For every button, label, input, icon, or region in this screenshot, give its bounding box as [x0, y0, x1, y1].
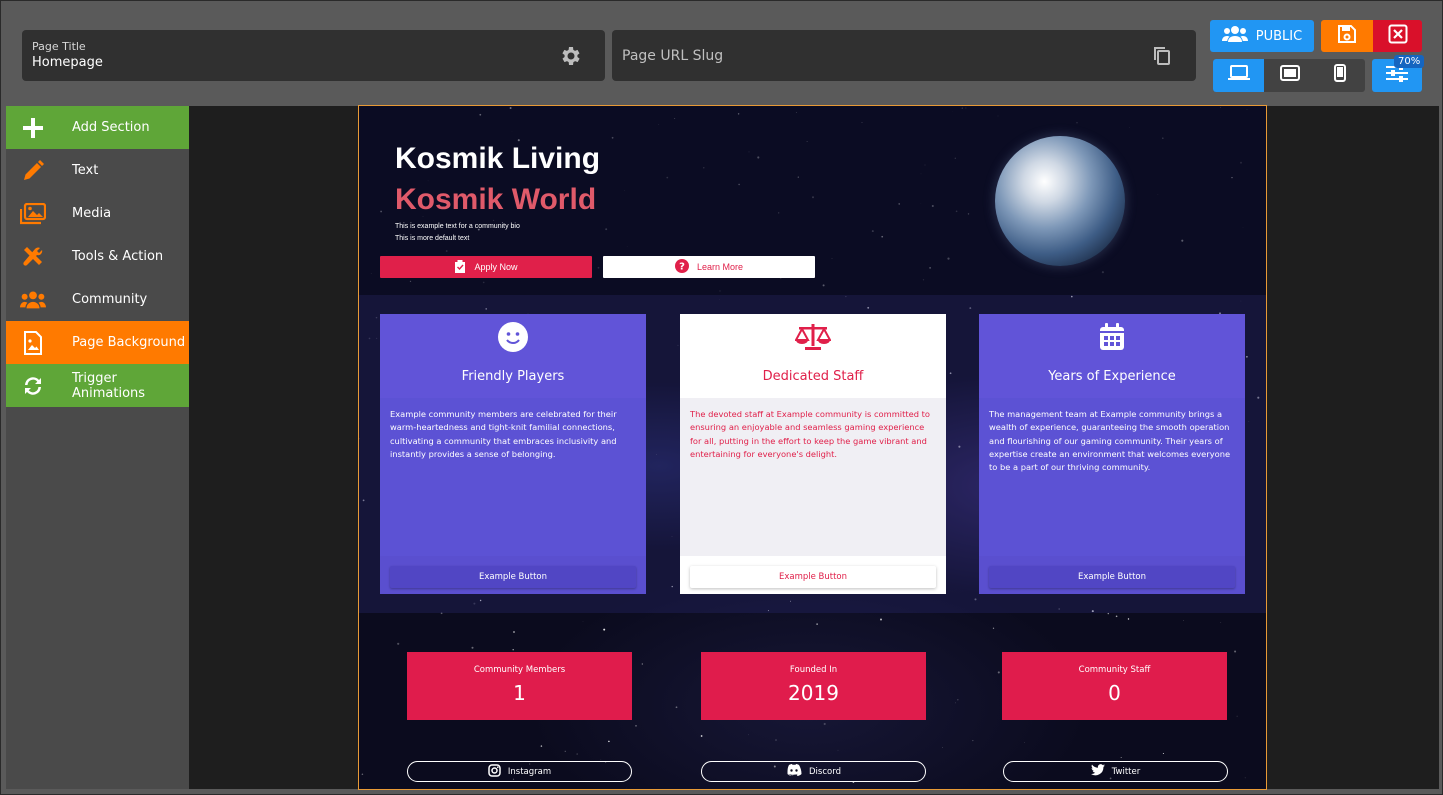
- page-title-field[interactable]: Page Title Homepage: [22, 30, 605, 81]
- apply-now-label: Apply Now: [474, 262, 518, 272]
- page-url-slug-field[interactable]: Page URL Slug: [612, 30, 1196, 81]
- users-icon: [20, 287, 46, 313]
- example-button[interactable]: Example Button: [989, 566, 1235, 588]
- earth-image: [995, 136, 1125, 266]
- phone-icon: [1333, 64, 1346, 87]
- twitter-link[interactable]: Twitter: [1003, 761, 1228, 782]
- sidebar-item-community[interactable]: Community: [6, 278, 189, 321]
- mobile-view-button[interactable]: [1314, 59, 1365, 92]
- card-title: Friendly Players: [461, 369, 565, 384]
- smile-icon: [498, 322, 528, 352]
- instagram-link[interactable]: Instagram: [407, 761, 632, 782]
- zoom-level-badge: 70%: [1394, 55, 1425, 68]
- feature-card-dedicated-staff[interactable]: Dedicated Staff The devoted staff at Exa…: [680, 314, 946, 594]
- hero-bio-line: This is example text for a community bio: [395, 223, 520, 230]
- card-title: Years of Experience: [1048, 369, 1176, 384]
- stat-value: 0: [1108, 681, 1121, 705]
- sidebar-item-label: Add Section: [72, 120, 150, 135]
- stat-label: Community Staff: [1078, 665, 1151, 675]
- svg-text:?: ?: [679, 262, 685, 273]
- device-preview-group: [1213, 59, 1365, 92]
- sidebar-item-label: Page Background: [72, 335, 186, 350]
- refresh-icon: [20, 373, 46, 399]
- example-button[interactable]: Example Button: [690, 566, 936, 588]
- sidebar-item-text[interactable]: Text: [6, 149, 189, 192]
- tablet-view-button[interactable]: [1264, 59, 1315, 92]
- question-circle-icon: ?: [674, 259, 689, 275]
- close-button[interactable]: [1373, 20, 1422, 52]
- stat-community-members: Community Members 1: [407, 652, 632, 720]
- close-icon: [1388, 24, 1408, 49]
- apply-now-button[interactable]: Apply Now: [380, 256, 592, 278]
- sidebar-item-add-section[interactable]: Add Section: [6, 106, 189, 149]
- sidebar-item-label: Tools & Action: [72, 249, 164, 264]
- save-button[interactable]: [1321, 20, 1373, 52]
- sidebar-item-label: Media: [72, 206, 112, 221]
- tablet-icon: [1279, 65, 1300, 86]
- card-title: Dedicated Staff: [762, 369, 864, 384]
- sidebar-item-label: Trigger Animations: [72, 370, 146, 401]
- image-file-icon: [20, 330, 46, 356]
- scale-icon: [794, 322, 832, 352]
- editor-window: Page Title Homepage Page URL Slug PUBLIC: [0, 0, 1443, 795]
- gear-icon[interactable]: [559, 44, 583, 68]
- stat-community-staff: Community Staff 0: [1002, 652, 1227, 720]
- page-preview[interactable]: Kosmik Living Kosmik World This is examp…: [358, 105, 1267, 790]
- hero-section[interactable]: Kosmik Living Kosmik World This is examp…: [359, 106, 1266, 295]
- tools-icon: [20, 244, 46, 270]
- sidebar-item-label: Community: [72, 292, 148, 307]
- card-text: The management team at Example community…: [979, 398, 1245, 556]
- card-text: Example community members are celebrated…: [380, 398, 646, 556]
- stat-value: 1: [513, 681, 526, 705]
- sidebar-item-label: Text: [72, 163, 99, 178]
- card-text: The devoted staff at Example community i…: [680, 398, 946, 556]
- sidebar: Add Section Text Media Tools & Action Co…: [6, 106, 189, 789]
- hero-title: Kosmik Living: [395, 142, 601, 175]
- card-header: Years of Experience: [979, 314, 1245, 398]
- users-icon: [1221, 25, 1248, 47]
- stat-value: 2019: [788, 681, 839, 705]
- hero-bio-line: This is more default text: [395, 235, 470, 242]
- stat-founded-in: Founded In 2019: [701, 652, 926, 720]
- learn-more-button[interactable]: ? Learn More: [603, 256, 815, 278]
- twitter-icon: [1090, 764, 1105, 779]
- plus-icon: [20, 115, 46, 141]
- card-header: Dedicated Staff: [680, 314, 946, 398]
- instagram-label: Instagram: [507, 766, 552, 777]
- clipboard-check-icon: [454, 259, 466, 275]
- sidebar-item-page-background[interactable]: Page Background: [6, 321, 189, 364]
- images-icon: [20, 201, 46, 227]
- page-title-input[interactable]: Homepage: [32, 55, 103, 70]
- sidebar-item-media[interactable]: Media: [6, 192, 189, 235]
- card-header: Friendly Players: [380, 314, 646, 398]
- pencil-icon: [20, 158, 46, 184]
- calendar-icon: [1097, 322, 1127, 352]
- page-title-label: Page Title: [32, 40, 86, 53]
- feature-card-friendly-players[interactable]: Friendly Players Example community membe…: [380, 314, 646, 594]
- laptop-icon: [1227, 65, 1250, 86]
- hero-subtitle: Kosmik World: [395, 183, 597, 216]
- instagram-icon: [488, 763, 501, 780]
- copy-icon[interactable]: [1150, 44, 1174, 68]
- discord-label: Discord: [809, 766, 841, 777]
- sidebar-item-tools-action[interactable]: Tools & Action: [6, 235, 189, 278]
- public-toggle-button[interactable]: PUBLIC: [1210, 20, 1314, 52]
- feature-card-years-of-experience[interactable]: Years of Experience The management team …: [979, 314, 1245, 594]
- discord-icon: [786, 764, 802, 779]
- learn-more-label: Learn More: [696, 262, 744, 272]
- stat-label: Founded In: [789, 665, 838, 675]
- public-label: PUBLIC: [1255, 28, 1303, 44]
- sidebar-item-trigger-animations[interactable]: Trigger Animations: [6, 364, 189, 407]
- desktop-view-button[interactable]: [1213, 59, 1264, 92]
- stat-label: Community Members: [473, 665, 566, 675]
- example-button[interactable]: Example Button: [390, 566, 636, 588]
- twitter-label: Twitter: [1111, 766, 1141, 777]
- page-url-slug-input[interactable]: Page URL Slug: [622, 48, 723, 64]
- discord-link[interactable]: Discord: [701, 761, 926, 782]
- save-icon: [1337, 24, 1357, 49]
